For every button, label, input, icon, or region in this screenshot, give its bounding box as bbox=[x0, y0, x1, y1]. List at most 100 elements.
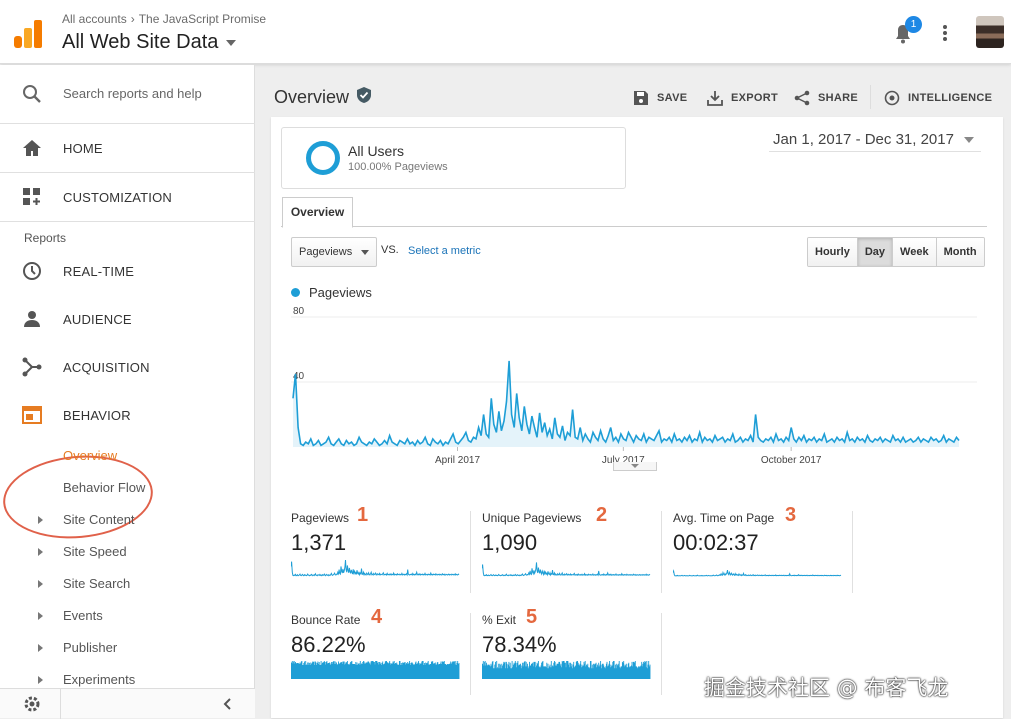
annotation-number: 3 bbox=[785, 504, 797, 526]
analytics-logo-icon[interactable] bbox=[14, 20, 42, 48]
sidebar-subitem-events[interactable]: Events bbox=[63, 608, 103, 623]
series-area bbox=[293, 360, 959, 447]
search-placeholder: Search reports and help bbox=[63, 86, 202, 101]
tab-overview[interactable]: Overview bbox=[282, 197, 353, 228]
save-button[interactable]: SAVE bbox=[633, 90, 687, 106]
notification-badge: 1 bbox=[905, 16, 922, 33]
share-label: SHARE bbox=[818, 92, 859, 104]
sidebar-subitem-behavior-flow[interactable]: Behavior Flow bbox=[63, 480, 145, 495]
sidebar-item-label: AUDIENCE bbox=[63, 312, 132, 327]
expand-arrow-icon[interactable] bbox=[38, 548, 43, 556]
annotation-number: 5 bbox=[526, 606, 538, 628]
toolbar-divider bbox=[870, 85, 871, 109]
save-floppy-icon bbox=[634, 91, 648, 105]
sparkline bbox=[291, 661, 460, 679]
scorecard-exit-rate[interactable]: % Exit 5 78.34% bbox=[482, 606, 662, 695]
sidebar-item-acquisition[interactable]: ACQUISITION bbox=[0, 344, 255, 390]
scorecard-avg-time-on-page[interactable]: Avg. Time on Page 3 00:02:37 bbox=[673, 504, 853, 593]
home-icon bbox=[23, 140, 41, 156]
sidebar-footer bbox=[0, 688, 255, 719]
granularity-hourly-button[interactable]: Hourly bbox=[808, 238, 857, 266]
export-icon bbox=[707, 91, 723, 106]
scorecard-value: 00:02:37 bbox=[673, 530, 759, 555]
scorecard-pageviews[interactable]: Pageviews 1 1,371 bbox=[291, 504, 471, 593]
divider bbox=[0, 221, 255, 222]
sidebar-subitem-experiments[interactable]: Experiments bbox=[63, 672, 135, 687]
sidebar-item-label: ACQUISITION bbox=[63, 360, 150, 375]
metric-select[interactable]: Pageviews bbox=[291, 237, 377, 267]
property-name: All Web Site Data bbox=[62, 31, 219, 53]
highlight-circle-annotation bbox=[0, 449, 157, 545]
expand-arrow-icon[interactable] bbox=[38, 644, 43, 652]
sidebar-subitem-overview[interactable]: Overview bbox=[63, 448, 117, 463]
scorecard-value: 78.34% bbox=[482, 632, 557, 657]
sparkline bbox=[291, 559, 460, 577]
scorecard-label: Unique Pageviews bbox=[482, 511, 582, 525]
x-tick-label: April 2017 bbox=[435, 455, 480, 465]
divider bbox=[60, 689, 61, 719]
scorecard-bounce-rate[interactable]: Bounce Rate 4 86.22% bbox=[291, 606, 471, 695]
user-avatar[interactable] bbox=[976, 16, 1004, 48]
chart-range-handle[interactable] bbox=[613, 462, 657, 471]
sidebar-item-realtime[interactable]: REAL-TIME bbox=[0, 248, 255, 294]
segment-card[interactable]: All Users 100.00% Pageviews bbox=[281, 127, 626, 189]
sparkline-trend bbox=[673, 569, 842, 577]
sidebar-item-label: BEHAVIOR bbox=[63, 408, 131, 423]
granularity-day-button[interactable]: Day bbox=[856, 238, 893, 266]
date-range-picker[interactable]: Jan 1, 2017 - Dec 31, 2017 bbox=[773, 131, 974, 148]
chart-legend-label: Pageviews bbox=[309, 285, 372, 300]
annotation-number: 4 bbox=[371, 606, 383, 628]
property-selector[interactable]: All Web Site Data bbox=[62, 31, 237, 54]
pageviews-line-chart: 8040April 2017 July 2017 October 2017 bbox=[291, 306, 977, 465]
expand-arrow-icon[interactable] bbox=[38, 516, 43, 524]
scorecard-label: Bounce Rate bbox=[291, 613, 361, 627]
sparkline bbox=[482, 562, 651, 577]
sidebar-subitem-publisher[interactable]: Publisher bbox=[63, 640, 117, 655]
granularity-month-button[interactable]: Month bbox=[935, 238, 984, 266]
intelligence-icon bbox=[884, 90, 900, 106]
export-button[interactable]: EXPORT bbox=[707, 90, 778, 106]
sidebar-subitem-site-speed[interactable]: Site Speed bbox=[63, 544, 127, 559]
export-label: EXPORT bbox=[731, 92, 779, 104]
search-reports-field[interactable]: Search reports and help bbox=[0, 65, 255, 123]
sparkline bbox=[673, 569, 842, 577]
divider bbox=[852, 511, 853, 593]
date-range-text: Jan 1, 2017 - Dec 31, 2017 bbox=[773, 131, 954, 148]
scorecard-unique-pageviews[interactable]: Unique Pageviews 2 1,090 bbox=[482, 504, 662, 593]
expand-arrow-icon[interactable] bbox=[38, 612, 43, 620]
verified-shield-icon bbox=[357, 87, 371, 103]
breadcrumb-accounts[interactable]: All accounts bbox=[62, 12, 127, 26]
expand-arrow-icon[interactable] bbox=[38, 580, 43, 588]
divider bbox=[470, 613, 471, 695]
share-button[interactable]: SHARE bbox=[794, 90, 858, 106]
sidebar-item-behavior[interactable]: BEHAVIOR bbox=[0, 392, 255, 438]
collapse-chevron-left-icon[interactable] bbox=[222, 698, 232, 710]
scorecard-label: Pageviews bbox=[291, 511, 350, 525]
legend-dot bbox=[291, 288, 300, 297]
caret-down-icon bbox=[226, 39, 237, 46]
triangle-down-icon bbox=[631, 464, 639, 468]
sidebar-subitem-site-content[interactable]: Site Content bbox=[63, 512, 135, 527]
breadcrumb[interactable]: All accounts › The JavaScript Promise bbox=[62, 12, 266, 26]
gear-icon[interactable] bbox=[22, 694, 42, 714]
intelligence-button[interactable]: INTELLIGENCE bbox=[884, 90, 992, 106]
granularity-week-button[interactable]: Week bbox=[892, 238, 936, 266]
segment-donut-icon bbox=[306, 141, 340, 175]
vs-label: VS. bbox=[381, 244, 399, 256]
series-line-pageviews bbox=[292, 360, 960, 447]
sidebar-item-audience[interactable]: AUDIENCE bbox=[0, 296, 255, 342]
select-metric-link[interactable]: Select a metric bbox=[408, 245, 481, 257]
clock-icon bbox=[23, 262, 41, 280]
sidebar-item-customization[interactable]: CUSTOMIZATION bbox=[0, 173, 255, 221]
person-icon bbox=[24, 311, 40, 327]
sidebar-subitem-site-search[interactable]: Site Search bbox=[63, 576, 130, 591]
expand-arrow-icon[interactable] bbox=[38, 676, 43, 684]
breadcrumb-account-name[interactable]: The JavaScript Promise bbox=[139, 12, 266, 26]
annotation-number: 2 bbox=[596, 504, 608, 526]
sidebar-item-home[interactable]: HOME bbox=[0, 124, 255, 172]
scorecard-label: Avg. Time on Page bbox=[673, 511, 775, 525]
granularity-toggle: Hourly Day Week Month bbox=[807, 237, 985, 267]
page-title: Overview bbox=[274, 87, 350, 107]
more-options-icon[interactable] bbox=[942, 24, 948, 42]
reports-heading: Reports bbox=[24, 231, 67, 245]
